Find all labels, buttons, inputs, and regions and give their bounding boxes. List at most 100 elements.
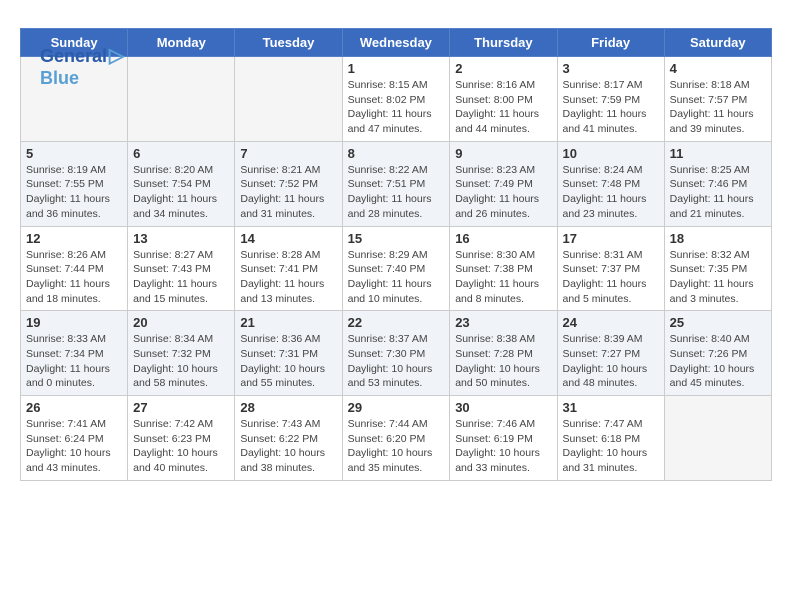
day-info: Sunrise: 8:21 AM Sunset: 7:52 PM Dayligh… (240, 163, 336, 222)
calendar-cell: 22 Sunrise: 8:37 AM Sunset: 7:30 PM Dayli… (342, 311, 450, 396)
day-info: Sunrise: 7:43 AM Sunset: 6:22 PM Dayligh… (240, 417, 336, 476)
day-info: Sunrise: 8:17 AM Sunset: 7:59 PM Dayligh… (563, 78, 659, 137)
calendar-cell: 15 Sunrise: 8:29 AM Sunset: 7:40 PM Dayli… (342, 226, 450, 311)
calendar-cell: 3Sunrise: 8:17 AM Sunset: 7:59 PM Daylig… (557, 57, 664, 142)
calendar-cell (664, 396, 771, 481)
day-info: Sunrise: 8:16 AM Sunset: 8:00 PM Dayligh… (455, 78, 551, 137)
day-info: Sunrise: 8:20 AM Sunset: 7:54 PM Dayligh… (133, 163, 229, 222)
calendar-cell: 4Sunrise: 8:18 AM Sunset: 7:57 PM Daylig… (664, 57, 771, 142)
weekday-header-monday: Monday (128, 29, 235, 57)
day-info: Sunrise: 8:31 AM Sunset: 7:37 PM Dayligh… (563, 248, 659, 307)
day-info: Sunrise: 8:40 AM Sunset: 7:26 PM Dayligh… (670, 332, 766, 391)
calendar-cell: 18Sunrise: 8:32 AM Sunset: 7:35 PM Dayli… (664, 226, 771, 311)
calendar-cell (235, 57, 342, 142)
day-info: Sunrise: 8:24 AM Sunset: 7:48 PM Dayligh… (563, 163, 659, 222)
calendar-cell: 31Sunrise: 7:47 AM Sunset: 6:18 PM Dayli… (557, 396, 664, 481)
day-number: 27 (133, 400, 229, 415)
day-info: Sunrise: 8:29 AM Sunset: 7:40 PM Dayligh… (348, 248, 445, 307)
weekday-header-wednesday: Wednesday (342, 29, 450, 57)
day-number: 25 (670, 315, 766, 330)
day-number: 1 (348, 61, 445, 76)
day-number: 22 (348, 315, 445, 330)
day-number: 8 (348, 146, 445, 161)
day-number: 10 (563, 146, 659, 161)
day-number: 29 (348, 400, 445, 415)
logo-blue: Blue (40, 68, 124, 90)
calendar-cell: 14 Sunrise: 8:28 AM Sunset: 7:41 PM Dayli… (235, 226, 342, 311)
calendar-cell: 1 Sunrise: 8:15 AM Sunset: 8:02 PM Daylig… (342, 57, 450, 142)
day-info: Sunrise: 8:18 AM Sunset: 7:57 PM Dayligh… (670, 78, 766, 137)
day-number: 26 (26, 400, 122, 415)
calendar-table: SundayMondayTuesdayWednesdayThursdayFrid… (20, 28, 772, 481)
weekday-header-saturday: Saturday (664, 29, 771, 57)
day-number: 20 (133, 315, 229, 330)
calendar-cell: 29 Sunrise: 7:44 AM Sunset: 6:20 PM Dayli… (342, 396, 450, 481)
weekday-header-tuesday: Tuesday (235, 29, 342, 57)
calendar-cell: 11Sunrise: 8:25 AM Sunset: 7:46 PM Dayli… (664, 141, 771, 226)
day-info: Sunrise: 7:47 AM Sunset: 6:18 PM Dayligh… (563, 417, 659, 476)
day-info: Sunrise: 8:27 AM Sunset: 7:43 PM Dayligh… (133, 248, 229, 307)
day-number: 12 (26, 231, 122, 246)
day-number: 11 (670, 146, 766, 161)
day-info: Sunrise: 8:33 AM Sunset: 7:34 PM Dayligh… (26, 332, 122, 391)
day-info: Sunrise: 8:15 AM Sunset: 8:02 PM Dayligh… (348, 78, 445, 137)
logo-general: General▷ (40, 44, 124, 68)
calendar-cell: 2 Sunrise: 8:16 AM Sunset: 8:00 PM Daylig… (450, 57, 557, 142)
day-number: 13 (133, 231, 229, 246)
calendar-cell: 13 Sunrise: 8:27 AM Sunset: 7:43 PM Dayli… (128, 226, 235, 311)
day-info: Sunrise: 7:46 AM Sunset: 6:19 PM Dayligh… (455, 417, 551, 476)
day-number: 16 (455, 231, 551, 246)
day-number: 19 (26, 315, 122, 330)
day-info: Sunrise: 7:44 AM Sunset: 6:20 PM Dayligh… (348, 417, 445, 476)
calendar-cell: 30 Sunrise: 7:46 AM Sunset: 6:19 PM Dayli… (450, 396, 557, 481)
calendar-cell: 8 Sunrise: 8:22 AM Sunset: 7:51 PM Daylig… (342, 141, 450, 226)
calendar-cell: 20 Sunrise: 8:34 AM Sunset: 7:32 PM Dayli… (128, 311, 235, 396)
weekday-header-friday: Friday (557, 29, 664, 57)
calendar-cell: 7Sunrise: 8:21 AM Sunset: 7:52 PM Daylig… (235, 141, 342, 226)
logo: General▷Blue (40, 44, 124, 90)
day-info: Sunrise: 7:42 AM Sunset: 6:23 PM Dayligh… (133, 417, 229, 476)
day-info: Sunrise: 8:37 AM Sunset: 7:30 PM Dayligh… (348, 332, 445, 391)
day-info: Sunrise: 8:23 AM Sunset: 7:49 PM Dayligh… (455, 163, 551, 222)
day-number: 15 (348, 231, 445, 246)
calendar-cell: 23 Sunrise: 8:38 AM Sunset: 7:28 PM Dayli… (450, 311, 557, 396)
calendar-cell: 24 Sunrise: 8:39 AM Sunset: 7:27 PM Dayli… (557, 311, 664, 396)
day-number: 17 (563, 231, 659, 246)
weekday-header-thursday: Thursday (450, 29, 557, 57)
day-info: Sunrise: 8:36 AM Sunset: 7:31 PM Dayligh… (240, 332, 336, 391)
day-number: 9 (455, 146, 551, 161)
calendar-cell: 12 Sunrise: 8:26 AM Sunset: 7:44 PM Dayli… (21, 226, 128, 311)
week-row-2: 5 Sunrise: 8:19 AM Sunset: 7:55 PM Daylig… (21, 141, 772, 226)
week-row-5: 26 Sunrise: 7:41 AM Sunset: 6:24 PM Dayli… (21, 396, 772, 481)
day-number: 2 (455, 61, 551, 76)
day-number: 14 (240, 231, 336, 246)
calendar-cell (128, 57, 235, 142)
calendar-cell: 9 Sunrise: 8:23 AM Sunset: 7:49 PM Daylig… (450, 141, 557, 226)
day-info: Sunrise: 8:30 AM Sunset: 7:38 PM Dayligh… (455, 248, 551, 307)
calendar-cell: 25 Sunrise: 8:40 AM Sunset: 7:26 PM Dayli… (664, 311, 771, 396)
day-info: Sunrise: 8:39 AM Sunset: 7:27 PM Dayligh… (563, 332, 659, 391)
day-number: 23 (455, 315, 551, 330)
day-number: 28 (240, 400, 336, 415)
day-number: 30 (455, 400, 551, 415)
calendar-cell: 21 Sunrise: 8:36 AM Sunset: 7:31 PM Dayli… (235, 311, 342, 396)
day-info: Sunrise: 8:34 AM Sunset: 7:32 PM Dayligh… (133, 332, 229, 391)
calendar-cell: 19 Sunrise: 8:33 AM Sunset: 7:34 PM Dayli… (21, 311, 128, 396)
day-number: 18 (670, 231, 766, 246)
day-info: Sunrise: 8:26 AM Sunset: 7:44 PM Dayligh… (26, 248, 122, 307)
day-info: Sunrise: 8:19 AM Sunset: 7:55 PM Dayligh… (26, 163, 122, 222)
day-info: Sunrise: 8:28 AM Sunset: 7:41 PM Dayligh… (240, 248, 336, 307)
calendar-cell: 10 Sunrise: 8:24 AM Sunset: 7:48 PM Dayli… (557, 141, 664, 226)
day-info: Sunrise: 8:22 AM Sunset: 7:51 PM Dayligh… (348, 163, 445, 222)
calendar-cell: 28 Sunrise: 7:43 AM Sunset: 6:22 PM Dayli… (235, 396, 342, 481)
day-number: 6 (133, 146, 229, 161)
week-row-1: 1 Sunrise: 8:15 AM Sunset: 8:02 PM Daylig… (21, 57, 772, 142)
day-info: Sunrise: 7:41 AM Sunset: 6:24 PM Dayligh… (26, 417, 122, 476)
calendar-cell: 6 Sunrise: 8:20 AM Sunset: 7:54 PM Daylig… (128, 141, 235, 226)
day-info: Sunrise: 8:38 AM Sunset: 7:28 PM Dayligh… (455, 332, 551, 391)
day-number: 21 (240, 315, 336, 330)
weekday-header-row: SundayMondayTuesdayWednesdayThursdayFrid… (21, 29, 772, 57)
calendar-cell: 17 Sunrise: 8:31 AM Sunset: 7:37 PM Dayli… (557, 226, 664, 311)
day-number: 24 (563, 315, 659, 330)
day-number: 5 (26, 146, 122, 161)
